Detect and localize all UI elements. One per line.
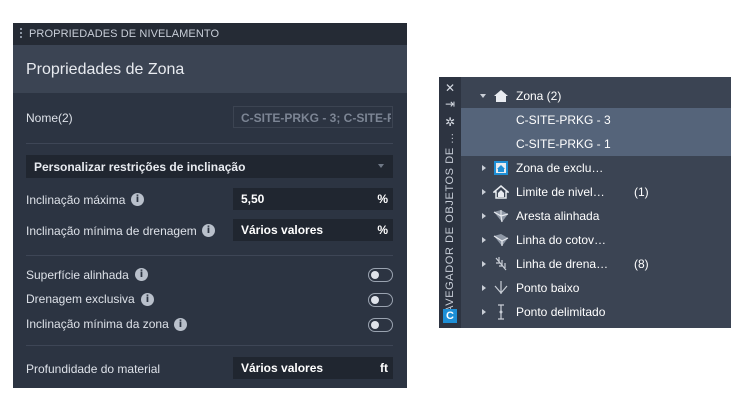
slope-constraint-selected: Personalizar restrições de inclinação: [34, 160, 246, 174]
tree-item-count: (8): [634, 257, 649, 271]
tree-item-elbow-line[interactable]: Linha do cotov…: [461, 228, 731, 252]
bounded-point-icon: [493, 304, 509, 320]
grading-limit-icon: [491, 184, 511, 200]
low-point-icon: [493, 280, 509, 296]
tree-item-label: Limite de nivel…: [516, 185, 605, 199]
chevron-down-icon: [378, 164, 384, 168]
collapse-icon[interactable]: ⇥: [443, 97, 457, 111]
drag-grip-icon[interactable]: [18, 28, 24, 40]
min-drainage-slope-unit: %: [377, 223, 388, 237]
tree-item-label: Linha do cotov…: [516, 233, 607, 247]
tree-item-label: C-SITE-PRKG - 3: [516, 113, 611, 127]
exclusive-drainage-label: Drenagem exclusiva: [26, 292, 135, 306]
tree-item-label: Linha de drena…: [516, 257, 609, 271]
info-icon[interactable]: i: [202, 224, 215, 237]
divider: [26, 143, 393, 144]
elbow-line-icon: [493, 232, 509, 248]
object-navigator-panel: ✕ ⇥ ✲ NAVEGADOR DE OBJETOS DE ... C Zona…: [439, 77, 731, 328]
tree-item-drainage-line[interactable]: Linha de drena… (8): [461, 252, 731, 276]
tree-item-count: (1): [634, 185, 649, 199]
slope-constraint-dropdown[interactable]: Personalizar restrições de inclinação: [26, 155, 393, 178]
name-label: Nome(2): [26, 111, 73, 125]
chevron-right-icon[interactable]: [482, 237, 486, 243]
divider: [26, 255, 393, 256]
chevron-right-icon[interactable]: [482, 165, 486, 171]
panel-title-bar[interactable]: PROPRIEDADES DE NIVELAMENTO: [13, 23, 407, 45]
info-icon[interactable]: i: [135, 268, 148, 281]
tree-item-label: Aresta alinhada: [516, 209, 600, 223]
tree-item-grading-limit[interactable]: Limite de nivel… (1): [461, 180, 731, 204]
chevron-down-icon[interactable]: [480, 94, 486, 98]
zone-min-slope-toggle[interactable]: [368, 318, 393, 332]
tree-item-label: Ponto baixo: [516, 281, 580, 295]
drainage-line-icon: [493, 256, 509, 272]
info-icon[interactable]: i: [131, 193, 144, 206]
material-depth-input[interactable]: Vários valores ft: [233, 357, 393, 379]
material-depth-value: Vários valores: [241, 361, 324, 375]
min-drainage-slope-label: Inclinação mínima de drenagem: [26, 224, 197, 238]
min-drainage-slope-input[interactable]: Vários valores %: [233, 219, 393, 241]
tree-item-selected[interactable]: C-SITE-PRKG - 1: [461, 132, 731, 156]
tree-item-exclusion-zone[interactable]: Zona de exclu…: [461, 156, 731, 180]
max-slope-value: 5,50: [241, 192, 265, 206]
tree-item-label: Ponto delimitado: [516, 305, 606, 319]
info-icon[interactable]: i: [174, 318, 187, 331]
close-icon[interactable]: ✕: [443, 81, 457, 95]
min-drainage-slope-value: Vários valores: [241, 223, 324, 237]
tree-item-zone[interactable]: Zona (2): [461, 84, 731, 108]
chevron-right-icon[interactable]: [482, 213, 486, 219]
chevron-right-icon[interactable]: [482, 285, 486, 291]
aligned-edge-icon: [493, 208, 509, 224]
page-title: Propriedades de Zona: [26, 61, 185, 78]
aligned-surface-label: Superfície alinhada: [26, 268, 129, 282]
navigator-title: NAVEGADOR DE OBJETOS DE ...: [444, 132, 456, 322]
chevron-right-icon[interactable]: [482, 189, 486, 195]
material-depth-label: Profundidade do material: [26, 362, 161, 376]
name-value: C-SITE-PRKG - 3; C-SITE-PRKG - 1: [241, 111, 391, 125]
tree-item-bounded-point[interactable]: Ponto delimitado: [461, 300, 731, 324]
house-icon: [493, 88, 509, 104]
panel-header: Propriedades de Zona: [13, 45, 407, 93]
name-field[interactable]: C-SITE-PRKG - 3; C-SITE-PRKG - 1: [233, 106, 393, 128]
info-icon[interactable]: i: [141, 293, 154, 306]
exclusive-drainage-toggle[interactable]: [368, 293, 393, 307]
settings-icon[interactable]: ✲: [443, 115, 457, 129]
max-slope-label: Inclinação máxima: [26, 193, 126, 207]
tree-item-label: C-SITE-PRKG - 1: [516, 137, 611, 151]
divider: [26, 345, 393, 346]
panel-title: PROPRIEDADES DE NIVELAMENTO: [29, 28, 220, 40]
navigator-side-rail: ✕ ⇥ ✲ NAVEGADOR DE OBJETOS DE ... C: [439, 77, 461, 328]
chevron-right-icon[interactable]: [482, 309, 486, 315]
max-slope-input[interactable]: 5,50 %: [233, 188, 393, 210]
max-slope-unit: %: [377, 192, 388, 206]
material-depth-unit: ft: [380, 361, 388, 375]
tree-item-label: Zona (2): [516, 89, 562, 103]
zone-min-slope-label: Inclinação mínima da zona: [26, 317, 169, 331]
aligned-surface-toggle[interactable]: [368, 268, 393, 282]
tree-item-label: Zona de exclu…: [516, 161, 604, 175]
tree-item-aligned-edge[interactable]: Aresta alinhada: [461, 204, 731, 228]
exclusion-zone-icon: [493, 160, 509, 176]
tree-item-selected[interactable]: C-SITE-PRKG - 3: [461, 108, 731, 132]
civil-logo-icon: C: [443, 309, 457, 323]
tree-item-low-point[interactable]: Ponto baixo: [461, 276, 731, 300]
grading-properties-panel: PROPRIEDADES DE NIVELAMENTO Propriedades…: [13, 23, 407, 388]
chevron-right-icon[interactable]: [482, 261, 486, 267]
